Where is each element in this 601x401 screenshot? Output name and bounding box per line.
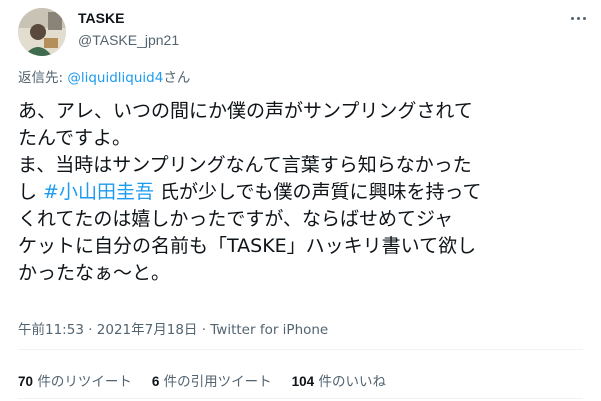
engagement-stats: 70 件のリツイート 6 件の引用ツイート 104 件のいいね	[18, 370, 386, 390]
reply-context: 返信先: @liquidliquid4さん	[18, 66, 190, 86]
tweet-line-post: 氏が少しでも僕の声質に興味を持って	[153, 181, 482, 203]
meta-separator: ·	[83, 322, 97, 338]
tweet-time-link[interactable]: 午前11:53	[18, 322, 84, 338]
divider	[18, 349, 583, 350]
reply-mention-link[interactable]: @liquidliquid4	[67, 70, 163, 86]
tweet-line-pre: し	[18, 181, 44, 203]
tweet-line: くれてたのは嬉しかったですが、ならばせめてジャ	[18, 208, 454, 230]
retweets-label: 件のリツイート	[33, 374, 132, 390]
hashtag-link[interactable]: #小山田圭吾	[43, 181, 154, 203]
meta-separator: ·	[197, 322, 211, 338]
author-display-name[interactable]: TASKE	[78, 10, 124, 26]
avatar[interactable]	[18, 8, 66, 56]
tweet-line: かったなぁ〜と。	[18, 262, 171, 284]
tweet-meta: 午前11:53 · 2021年7月18日 · Twitter for iPhon…	[18, 318, 328, 338]
likes-count: 104	[291, 374, 315, 389]
quotes-label: 件の引用ツイート	[159, 374, 272, 390]
quotes-stat[interactable]: 6 件の引用ツイート	[152, 370, 272, 390]
retweets-count: 70	[18, 374, 34, 389]
tweet-line: ま、当時はサンプリングなんて言葉すら知らなかった	[18, 154, 472, 176]
tweet-line: ケットに自分の名前も「TASKE」ハッキリ書いて欲し	[18, 235, 477, 257]
avatar-image	[18, 8, 66, 56]
tweet-line: たんですよ。	[18, 127, 132, 149]
divider	[18, 398, 583, 399]
reply-prefix: 返信先:	[18, 70, 68, 86]
tweet-line: あ、アレ、いつの間にか僕の声がサンプリングされて	[18, 100, 473, 122]
tweet-line-with-hashtag: し #小山田圭吾 氏が少しでも僕の声質に興味を持って	[18, 179, 598, 206]
retweets-stat[interactable]: 70 件のリツイート	[18, 370, 132, 390]
more-options-icon[interactable]	[566, 8, 590, 28]
likes-stat[interactable]: 104 件のいいね	[292, 370, 386, 390]
reply-suffix: さん	[163, 70, 191, 86]
likes-label: 件のいいね	[314, 374, 386, 390]
tweet-date-link[interactable]: 2021年7月18日	[97, 322, 198, 338]
author-handle[interactable]: @TASKE_jpn21	[78, 32, 179, 48]
tweet-text: あ、アレ、いつの間にか僕の声がサンプリングされて たんですよ。 ま、当時はサンプ…	[18, 98, 598, 287]
tweet-source-link[interactable]: Twitter for iPhone	[210, 322, 328, 338]
